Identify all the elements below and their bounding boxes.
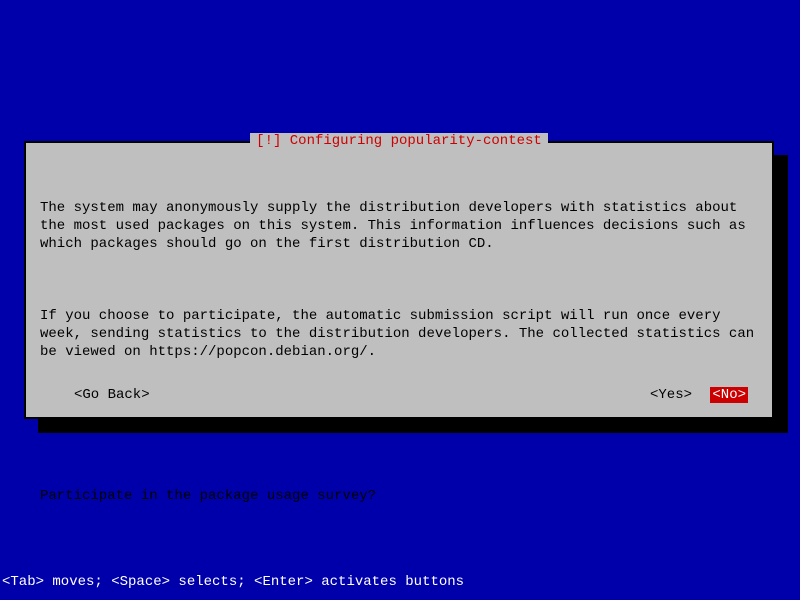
yes-button[interactable]: <Yes>: [650, 387, 692, 403]
popcon-dialog: [!] Configuring popularity-contest The s…: [24, 141, 774, 419]
dialog-paragraph: The system may anonymously supply the di…: [40, 199, 758, 253]
no-button[interactable]: <No>: [710, 387, 748, 403]
nav-hint: <Tab> moves; <Space> selects; <Enter> ac…: [2, 574, 464, 590]
go-back-button[interactable]: <Go Back>: [74, 387, 150, 403]
dialog-body: The system may anonymously supply the di…: [40, 163, 758, 541]
dialog-question: Participate in the package usage survey?: [40, 487, 758, 505]
dialog-paragraph: This choice can be later modified by run…: [40, 415, 758, 433]
dialog-title-wrap: [!] Configuring popularity-contest: [26, 133, 772, 149]
dialog-title: [!] Configuring popularity-contest: [250, 133, 548, 149]
dialog-paragraph: If you choose to participate, the automa…: [40, 307, 758, 361]
